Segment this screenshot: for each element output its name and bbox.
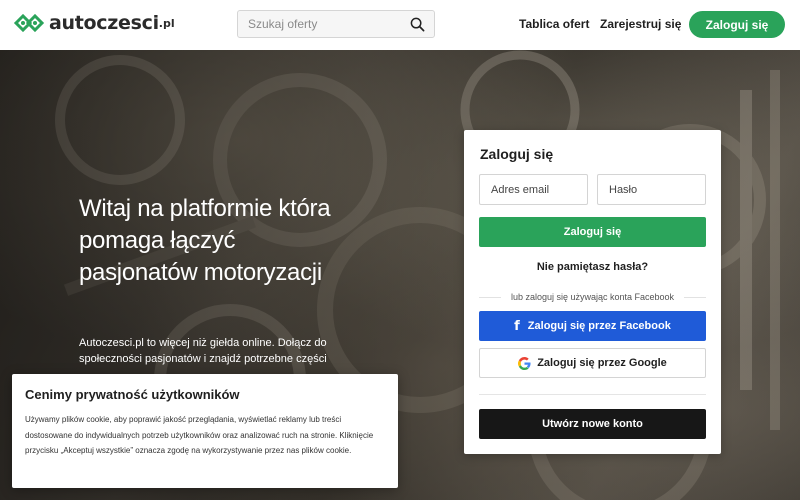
password-field[interactable] [597, 174, 706, 205]
facebook-login-button[interactable]: f Zaloguj się przez Facebook [479, 311, 706, 341]
facebook-login-label: Zaloguj się przez Facebook [527, 320, 671, 332]
logo-mark-icon [14, 13, 45, 33]
cookie-consent-dialog: Cenimy prywatność użytkowników Używamy p… [12, 374, 398, 488]
divider-text: lub zaloguj się używając konta Facebook [510, 292, 675, 302]
divider-line [479, 296, 501, 298]
google-login-label: Zaloguj się przez Google [537, 357, 667, 369]
header-login-button[interactable]: Zaloguj się [689, 11, 785, 38]
hero-description: Autoczesci.pl to więcej niż giełda onlin… [79, 337, 327, 365]
google-icon [518, 356, 531, 370]
nav-link-board[interactable]: Tablica ofert [519, 17, 589, 31]
cookie-title: Cenimy prywatność użytkowników [25, 387, 240, 402]
create-account-button[interactable]: Utwórz nowe konto [479, 409, 706, 439]
login-card: Zaloguj się Zaloguj się Nie pamiętasz ha… [464, 130, 721, 454]
cookie-body: Używamy plików cookie, aby poprawić jako… [25, 415, 374, 455]
google-login-button[interactable]: Zaloguj się przez Google [479, 348, 706, 378]
social-divider: lub zaloguj się używając konta Facebook [479, 290, 707, 304]
login-submit-button[interactable]: Zaloguj się [479, 217, 706, 247]
hero-title: Witaj na platformie która pomaga łączyć … [79, 195, 331, 286]
nav-link-register[interactable]: Zarejestruj się [600, 17, 681, 31]
login-title: Zaloguj się [480, 146, 554, 162]
search-icon[interactable] [410, 17, 425, 32]
search-box [237, 10, 435, 38]
forgot-password-link[interactable]: Nie pamiętasz hasła? [464, 261, 721, 273]
logo-text: autoczesci [49, 12, 159, 34]
site-header: autoczesci.pl Tablica ofert Zarejestruj … [0, 0, 800, 50]
facebook-icon: f [514, 318, 520, 334]
card-separator [479, 394, 706, 395]
search-input[interactable] [238, 17, 398, 31]
logo-suffix: .pl [158, 16, 175, 30]
email-field[interactable] [479, 174, 588, 205]
logo[interactable]: autoczesci .pl [14, 12, 175, 34]
divider-line [684, 296, 707, 298]
